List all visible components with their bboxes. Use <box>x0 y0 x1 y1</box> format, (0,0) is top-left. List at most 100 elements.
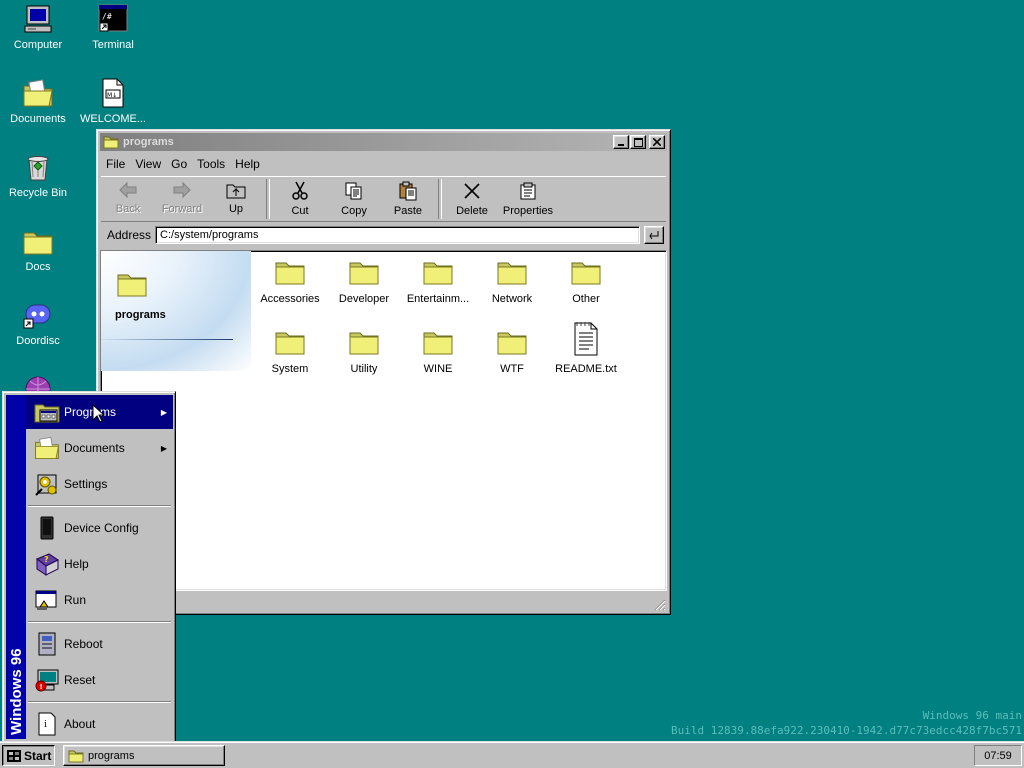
delete-button[interactable]: Delete <box>445 177 499 217</box>
start-menu-separator <box>28 701 171 703</box>
desktop-icon-documents[interactable]: Documents <box>0 77 76 125</box>
address-bar: Address C:/system/programs <box>101 223 666 247</box>
build-watermark: Windows 96 main Build 12839.88efa922.230… <box>671 708 1022 738</box>
folder-icon <box>274 325 306 357</box>
desktop-icon-recycle-bin[interactable]: Recycle Bin <box>0 151 76 199</box>
desktop-icon-computer[interactable]: Computer <box>0 3 76 51</box>
help-book-icon: ? <box>36 553 59 576</box>
enter-arrow-icon <box>649 231 659 240</box>
watermark-line2: Build 12839.88efa922.230410-1942.d77c73e… <box>671 724 1022 737</box>
folder-item[interactable]: Utility <box>326 325 402 375</box>
start-item-label: Run <box>64 593 87 607</box>
start-item-help[interactable]: ? Help <box>26 547 173 581</box>
copy-label: Copy <box>341 205 367 217</box>
reset-icon: ! <box>35 669 59 692</box>
go-button[interactable] <box>644 226 664 244</box>
menu-go[interactable]: Go <box>166 157 192 171</box>
folder-item[interactable]: Accessories <box>252 255 328 305</box>
properties-button[interactable]: Properties <box>499 177 557 217</box>
taskbar-button-programs[interactable]: programs <box>63 745 225 766</box>
text-file-icon <box>574 322 598 356</box>
start-item-settings[interactable]: Settings <box>26 467 173 501</box>
banner-divider <box>101 339 233 340</box>
settings-icon <box>35 474 57 496</box>
folder-item-label: System <box>271 363 309 375</box>
folder-item[interactable]: Network <box>474 255 550 305</box>
resize-grip-icon[interactable] <box>654 599 666 611</box>
computer-icon <box>24 5 52 33</box>
taskbar-button-label: programs <box>88 749 135 762</box>
start-item-reset[interactable]: ! Reset <box>26 663 173 697</box>
start-button[interactable]: Start <box>2 745 55 766</box>
desktop-icon-label: Terminal <box>92 39 134 51</box>
folder-icon <box>68 748 84 764</box>
folder-icon <box>103 134 119 150</box>
menu-file[interactable]: File <box>101 157 130 171</box>
toolbar: Back Forward Up Cut Copy Paste Delete Pr… <box>101 176 666 222</box>
documents-folder-icon <box>23 79 53 107</box>
menu-tools[interactable]: Tools <box>192 157 230 171</box>
paste-button[interactable]: Paste <box>381 177 435 217</box>
desktop-icon-label: Recycle Bin <box>8 187 68 199</box>
desktop-icon-terminal[interactable]: /# Terminal <box>75 3 151 51</box>
window-title: programs <box>123 136 174 148</box>
file-item[interactable]: README.txt <box>548 321 624 375</box>
taskbar: Start programs 07:59 <box>0 741 1024 768</box>
explorer-window[interactable]: programs File View Go Tools Help Back Fo… <box>96 129 671 615</box>
start-item-run[interactable]: Run <box>26 583 173 617</box>
up-button[interactable]: Up <box>209 177 263 215</box>
paste-icon <box>399 181 417 201</box>
folder-item[interactable]: WINE <box>400 325 476 375</box>
start-menu[interactable]: Windows 96 Programs ▶ Documents ▶ Settin… <box>2 391 176 743</box>
minimize-button[interactable] <box>613 135 629 149</box>
submenu-arrow-icon: ▶ <box>160 443 167 453</box>
back-button[interactable]: Back <box>101 177 155 215</box>
folder-item[interactable]: System <box>252 325 328 375</box>
folder-content[interactable]: programs Accessories Developer Entertain… <box>100 250 667 591</box>
properties-label: Properties <box>502 205 554 217</box>
maximize-button[interactable] <box>630 135 646 149</box>
start-item-label: Reboot <box>64 637 103 651</box>
svg-text:i: i <box>44 720 47 730</box>
start-menu-side-label: Windows 96 <box>8 648 25 735</box>
desktop-icon-welcome[interactable]: M↓ WELCOME... <box>75 77 151 125</box>
programs-icon <box>34 404 60 423</box>
address-field[interactable]: C:/system/programs <box>155 226 640 244</box>
copy-button[interactable]: Copy <box>327 177 381 217</box>
desktop-icon-label: Computer <box>13 39 63 51</box>
markdown-file-icon: M↓ <box>102 78 124 108</box>
doordisc-icon <box>23 304 51 329</box>
desktop-icon-docs[interactable]: Docs <box>0 225 76 273</box>
start-item-documents[interactable]: Documents ▶ <box>26 431 173 465</box>
start-menu-separator <box>28 621 171 623</box>
folder-item[interactable]: Other <box>548 255 624 305</box>
window-titlebar[interactable]: programs <box>100 133 667 151</box>
system-tray-clock[interactable]: 07:59 <box>974 745 1022 766</box>
folder-item[interactable]: Developer <box>326 255 402 305</box>
start-item-reboot[interactable]: Reboot <box>26 627 173 661</box>
cut-label: Cut <box>291 205 309 217</box>
menu-help[interactable]: Help <box>230 157 265 171</box>
svg-text:M↓: M↓ <box>107 92 117 99</box>
clock-time: 07:59 <box>984 749 1012 762</box>
start-item-label: Reset <box>64 673 96 687</box>
folder-item[interactable]: Entertainm... <box>400 255 476 305</box>
start-item-label: Device Config <box>64 521 139 535</box>
start-item-device-config[interactable]: Device Config <box>26 511 173 545</box>
folder-icon <box>115 267 149 299</box>
folder-item[interactable]: WTF <box>474 325 550 375</box>
reboot-icon <box>38 632 56 656</box>
forward-button[interactable]: Forward <box>155 177 209 215</box>
start-item-about[interactable]: i About <box>26 707 173 741</box>
recycle-bin-icon <box>27 156 49 181</box>
start-item-label: Programs <box>64 405 117 419</box>
mouse-cursor-icon <box>92 404 104 423</box>
folder-icon <box>348 325 380 357</box>
folder-banner-title: programs <box>115 309 166 321</box>
menu-view[interactable]: View <box>130 157 166 171</box>
desktop-icon-doordisc[interactable]: Doordisc <box>0 299 76 347</box>
folder-item-label: WINE <box>423 363 453 375</box>
file-item-label: README.txt <box>555 363 617 375</box>
close-button[interactable] <box>649 135 665 149</box>
cut-button[interactable]: Cut <box>273 177 327 217</box>
